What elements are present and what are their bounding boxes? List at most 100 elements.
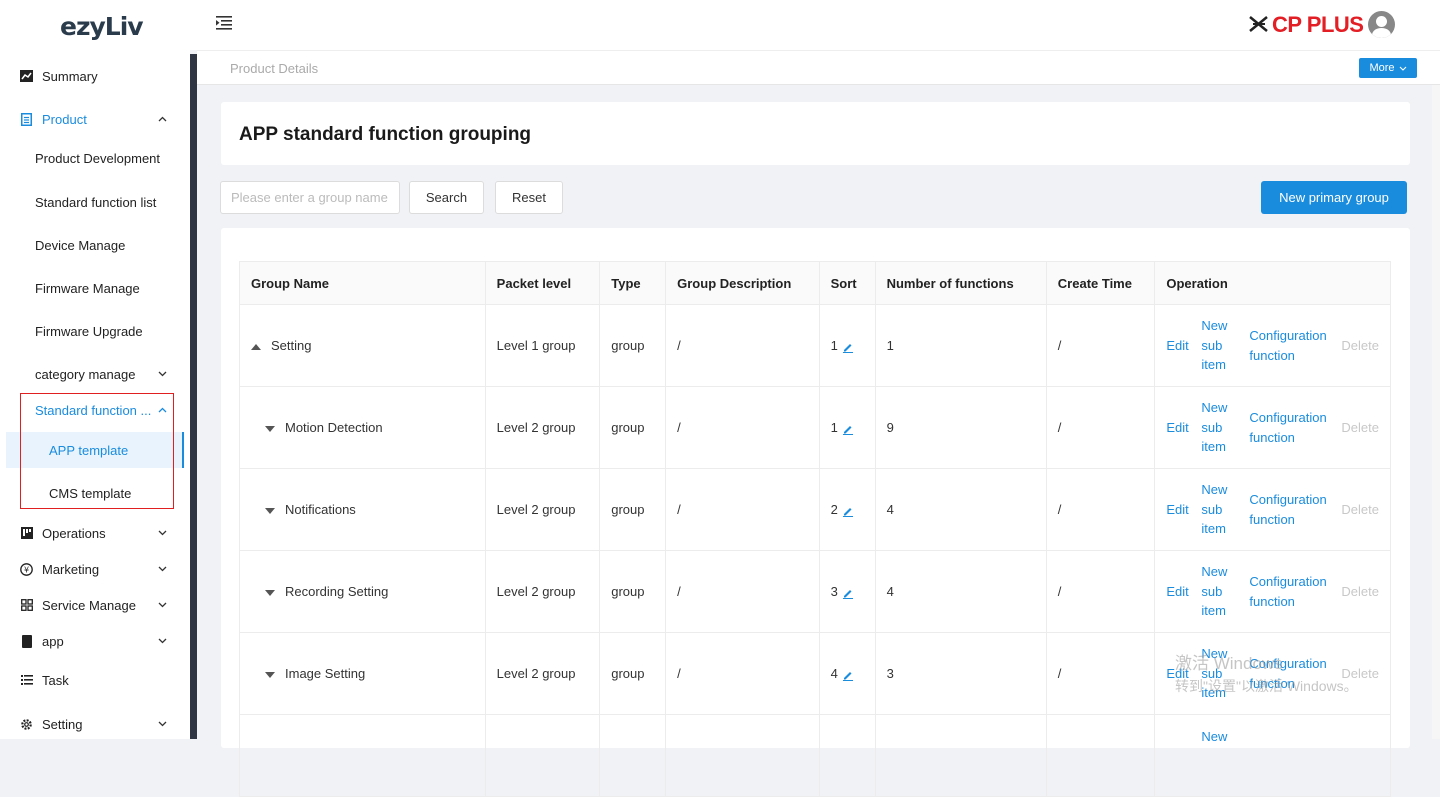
- sidebar-item-category-manage[interactable]: category manage: [0, 354, 190, 394]
- create-time-cell: /: [1045, 468, 1156, 551]
- sort-value: 1: [830, 420, 838, 435]
- new-sub-item-link[interactable]: New sub item: [1201, 316, 1249, 375]
- delete-link[interactable]: Delete: [1341, 584, 1379, 599]
- table-row: Notifications Level 2 group group/2 4/Edit N…: [239, 468, 1391, 551]
- configuration-function-link[interactable]: Configuration function: [1249, 490, 1341, 529]
- avatar[interactable]: [1368, 11, 1395, 38]
- more-button[interactable]: More: [1359, 58, 1417, 78]
- type-cell: group: [599, 550, 667, 633]
- grid-icon: [20, 599, 33, 612]
- delete-link[interactable]: Delete: [1341, 502, 1379, 517]
- delete-link[interactable]: Delete: [1341, 420, 1379, 435]
- sidebar-item-operations[interactable]: Operations: [0, 515, 190, 551]
- edit-link[interactable]: Edit: [1166, 584, 1201, 599]
- sort-cell: 1: [818, 304, 876, 387]
- edit-sort-icon[interactable]: [842, 587, 854, 599]
- column-header[interactable]: Number of functions: [874, 261, 1047, 305]
- function-count-cell: 1: [874, 304, 1047, 387]
- gear-icon: [20, 718, 33, 731]
- new-sub-item-link[interactable]: New sub item: [1201, 562, 1249, 621]
- column-header[interactable]: Group Description: [665, 261, 820, 305]
- column-header[interactable]: Sort: [818, 261, 876, 305]
- sidebar-item-firmware-manage[interactable]: Firmware Manage: [0, 268, 190, 308]
- edit-sort-icon[interactable]: [842, 505, 854, 517]
- sidebar-item-device-manage[interactable]: Device Manage: [0, 225, 190, 265]
- link-text: item: [1201, 521, 1226, 537]
- edit-link[interactable]: Edit: [1166, 420, 1201, 435]
- new-primary-group-button[interactable]: New primary group: [1261, 181, 1407, 214]
- expand-caret-icon[interactable]: [265, 589, 275, 596]
- sidebar-item-summary[interactable]: Summary: [0, 58, 190, 94]
- empty-cell: [874, 714, 1047, 797]
- empty-cell: [665, 714, 820, 797]
- group-name-search-input[interactable]: [220, 181, 400, 214]
- packet-level-cell: Level 1 group: [484, 304, 601, 387]
- expand-caret-icon[interactable]: [265, 425, 275, 432]
- expand-caret-icon[interactable]: [265, 671, 275, 678]
- edit-sort-icon[interactable]: [842, 423, 854, 435]
- edit-link[interactable]: Edit: [1166, 666, 1201, 681]
- column-header[interactable]: Create Time: [1045, 261, 1156, 305]
- ezyliv-logo[interactable]: ezyLiv: [56, 10, 146, 46]
- type-cell: group: [599, 632, 667, 715]
- new-sub-item-link[interactable]: New sub item: [1201, 644, 1249, 703]
- link-text: Configuration: [1249, 492, 1327, 507]
- search-button[interactable]: Search: [409, 181, 484, 214]
- description-cell: /: [665, 550, 820, 633]
- link-text: New: [1201, 482, 1228, 498]
- configuration-function-link[interactable]: Configuration function: [1249, 326, 1341, 365]
- sidebar-item-setting[interactable]: Setting: [0, 706, 190, 742]
- collapse-caret-icon[interactable]: [251, 343, 261, 350]
- empty-cell: [599, 714, 667, 797]
- sidebar-item-service-manage[interactable]: Service Manage: [0, 587, 190, 623]
- configuration-function-link[interactable]: Configuration function: [1249, 408, 1341, 447]
- sidebar-item-firmware-upgrade[interactable]: Firmware Upgrade: [0, 311, 190, 351]
- column-header[interactable]: Packet level: [484, 261, 601, 305]
- edit-link[interactable]: Edit: [1166, 502, 1201, 517]
- sidebar-item-label: Service Manage: [42, 597, 136, 613]
- column-header[interactable]: Group Name: [239, 261, 486, 305]
- sidebar-item-label: Product Development: [35, 150, 161, 166]
- cp-plus-logo-icon: [1249, 16, 1268, 32]
- breadcrumb-bar: Product Details More: [197, 50, 1440, 85]
- sidebar: ezyLiv Summary Product Product Developme…: [0, 0, 190, 739]
- delete-link[interactable]: Delete: [1341, 666, 1379, 681]
- sidebar-item-product[interactable]: Product: [0, 101, 190, 137]
- sidebar-item-label: Standard function list: [35, 194, 157, 210]
- column-header[interactable]: Type: [599, 261, 667, 305]
- new-sub-item-link[interactable]: New: [1201, 727, 1249, 747]
- edit-sort-icon[interactable]: [842, 669, 854, 681]
- sidebar-item-label: Task: [42, 672, 69, 688]
- description-cell: /: [665, 632, 820, 715]
- page-scrollbar[interactable]: [1432, 85, 1440, 739]
- menu-collapse-icon[interactable]: [216, 16, 232, 32]
- sidebar-item-product-development[interactable]: Product Development: [0, 138, 190, 178]
- link-text: function: [1249, 347, 1295, 363]
- link-text: Configuration: [1249, 574, 1327, 589]
- new-sub-item-link[interactable]: New sub item: [1201, 398, 1249, 457]
- column-header[interactable]: Operation: [1154, 261, 1391, 305]
- edit-sort-icon[interactable]: [842, 341, 854, 353]
- chevron-down-icon: [158, 563, 167, 575]
- sidebar-item-app[interactable]: app: [0, 623, 190, 659]
- sidebar-item-marketing[interactable]: ¥ Marketing: [0, 551, 190, 587]
- expand-caret-icon[interactable]: [265, 507, 275, 514]
- reset-button[interactable]: Reset: [495, 181, 563, 214]
- sidebar-scrollbar[interactable]: [190, 54, 197, 739]
- chevron-down-icon: [1399, 66, 1406, 71]
- edit-link[interactable]: Edit: [1166, 338, 1201, 353]
- breadcrumb[interactable]: Product Details: [230, 61, 318, 76]
- link-text: New: [1201, 318, 1228, 334]
- configuration-function-link[interactable]: Configuration function: [1249, 572, 1341, 611]
- new-sub-item-link[interactable]: New sub item: [1201, 480, 1249, 539]
- sidebar-item-standard-function-list[interactable]: Standard function list: [0, 182, 190, 222]
- link-text: sub: [1201, 665, 1223, 681]
- link-text: function: [1249, 429, 1295, 445]
- sidebar-item-task[interactable]: Task: [0, 662, 190, 698]
- delete-link[interactable]: Delete: [1341, 338, 1379, 353]
- packet-level-cell: Level 2 group: [484, 468, 601, 551]
- chevron-down-icon: [158, 599, 167, 611]
- chart-icon: [20, 70, 33, 83]
- operation-cell: Edit New sub item Configuration function Delet…: [1154, 550, 1391, 633]
- configuration-function-link[interactable]: Configuration function: [1249, 654, 1341, 693]
